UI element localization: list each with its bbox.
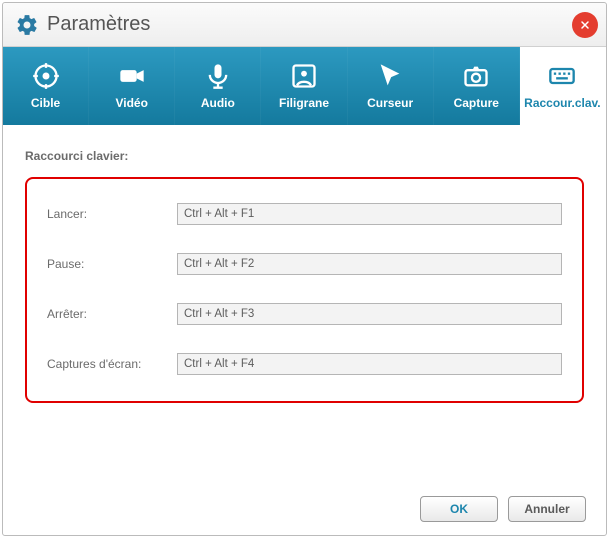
shortcut-label: Arrêter: xyxy=(47,307,177,321)
window-title: Paramètres xyxy=(47,13,572,36)
shortcut-row-lancer: Lancer: xyxy=(47,203,562,225)
tab-video[interactable]: Vidéo xyxy=(89,47,175,125)
gear-icon xyxy=(15,13,39,37)
tab-label: Capture xyxy=(454,96,499,110)
tab-capture[interactable]: Capture xyxy=(434,47,520,125)
section-title: Raccourci clavier: xyxy=(25,149,584,163)
titlebar: Paramètres xyxy=(3,3,606,47)
content-panel: Raccourci clavier: Lancer: Pause: Arrête… xyxy=(3,125,606,483)
tab-audio[interactable]: Audio xyxy=(175,47,261,125)
footer: OK Annuler xyxy=(3,483,606,535)
tab-curseur[interactable]: Curseur xyxy=(348,47,434,125)
tab-label: Raccour.clav. xyxy=(524,96,601,110)
cancel-button[interactable]: Annuler xyxy=(508,496,586,522)
shortcuts-highlight-box: Lancer: Pause: Arrêter: Captures d'écran… xyxy=(25,177,584,403)
close-icon xyxy=(579,19,591,31)
settings-window: Paramètres Cible Vidéo Audio Filigrane C… xyxy=(2,2,607,536)
ok-button[interactable]: OK xyxy=(420,496,498,522)
shortcut-row-pause: Pause: xyxy=(47,253,562,275)
cursor-icon xyxy=(376,62,404,90)
close-button[interactable] xyxy=(572,12,598,38)
shortcut-input-pause[interactable] xyxy=(177,253,562,275)
shortcut-label: Captures d'écran: xyxy=(47,357,177,371)
tab-cible[interactable]: Cible xyxy=(3,47,89,125)
microphone-icon xyxy=(204,62,232,90)
tab-raccourci-clavier[interactable]: Raccour.clav. xyxy=(520,47,606,125)
tab-label: Curseur xyxy=(367,96,413,110)
tab-label: Audio xyxy=(201,96,235,110)
shortcut-label: Lancer: xyxy=(47,207,177,221)
tab-label: Vidéo xyxy=(115,96,147,110)
camera-icon xyxy=(462,62,490,90)
tab-label: Cible xyxy=(31,96,60,110)
shortcut-row-captures: Captures d'écran: xyxy=(47,353,562,375)
tab-bar: Cible Vidéo Audio Filigrane Curseur Capt… xyxy=(3,47,606,125)
shortcut-row-arreter: Arrêter: xyxy=(47,303,562,325)
keyboard-icon xyxy=(548,62,576,90)
shortcut-input-arreter[interactable] xyxy=(177,303,562,325)
shortcut-input-lancer[interactable] xyxy=(177,203,562,225)
watermark-icon xyxy=(290,62,318,90)
tab-label: Filigrane xyxy=(279,96,329,110)
target-icon xyxy=(32,62,60,90)
video-icon xyxy=(118,62,146,90)
tab-filigrane[interactable]: Filigrane xyxy=(261,47,347,125)
shortcut-input-captures[interactable] xyxy=(177,353,562,375)
shortcut-label: Pause: xyxy=(47,257,177,271)
